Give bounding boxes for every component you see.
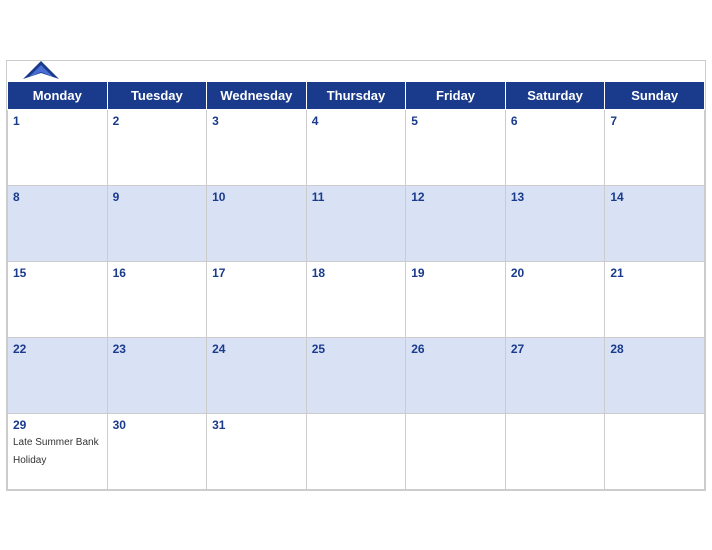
weekday-header-tuesday: Tuesday (107, 81, 207, 109)
calendar-cell: 17 (207, 261, 307, 337)
week-row-3: 15 16 17 18 19 20 21 (8, 261, 705, 337)
calendar-cell (306, 413, 406, 489)
calendar-cell (505, 413, 605, 489)
date-number: 1 (13, 114, 102, 128)
calendar-cell: 28 (605, 337, 705, 413)
generalblue-logo (23, 59, 59, 83)
calendar-table: MondayTuesdayWednesdayThursdayFridaySatu… (7, 81, 705, 490)
calendar-cell: 7 (605, 109, 705, 185)
date-number: 12 (411, 190, 500, 204)
calendar-header (7, 61, 705, 81)
date-number: 23 (113, 342, 202, 356)
date-number: 17 (212, 266, 301, 280)
calendar-cell: 3 (207, 109, 307, 185)
date-number: 3 (212, 114, 301, 128)
calendar-cell: 29 Late Summer Bank Holiday (8, 413, 108, 489)
week-row-4: 22 23 24 25 26 27 28 (8, 337, 705, 413)
calendar-cell: 2 (107, 109, 207, 185)
weekday-header-monday: Monday (8, 81, 108, 109)
date-number: 29 (13, 418, 102, 432)
date-number: 21 (610, 266, 699, 280)
date-number: 14 (610, 190, 699, 204)
calendar-cell: 10 (207, 185, 307, 261)
calendar-cell: 13 (505, 185, 605, 261)
calendar-cell: 15 (8, 261, 108, 337)
weekday-header-row: MondayTuesdayWednesdayThursdayFridaySatu… (8, 81, 705, 109)
date-number: 19 (411, 266, 500, 280)
calendar-cell: 14 (605, 185, 705, 261)
date-number: 26 (411, 342, 500, 356)
date-number: 13 (511, 190, 600, 204)
calendar-cell: 22 (8, 337, 108, 413)
week-row-1: 1234567 (8, 109, 705, 185)
calendar-cell: 9 (107, 185, 207, 261)
calendar-container: MondayTuesdayWednesdayThursdayFridaySatu… (6, 60, 706, 491)
calendar-cell: 12 (406, 185, 506, 261)
calendar-cell: 16 (107, 261, 207, 337)
date-number: 24 (212, 342, 301, 356)
date-number: 16 (113, 266, 202, 280)
weekday-header-sunday: Sunday (605, 81, 705, 109)
calendar-cell: 11 (306, 185, 406, 261)
date-number: 31 (212, 418, 301, 432)
date-number: 28 (610, 342, 699, 356)
date-number: 18 (312, 266, 401, 280)
date-number: 15 (13, 266, 102, 280)
date-number: 6 (511, 114, 600, 128)
calendar-cell: 5 (406, 109, 506, 185)
date-number: 30 (113, 418, 202, 432)
weekday-header-saturday: Saturday (505, 81, 605, 109)
date-number: 8 (13, 190, 102, 204)
calendar-cell: 1 (8, 109, 108, 185)
calendar-cell: 27 (505, 337, 605, 413)
calendar-cell: 26 (406, 337, 506, 413)
calendar-cell: 25 (306, 337, 406, 413)
date-number: 9 (113, 190, 202, 204)
calendar-cell: 20 (505, 261, 605, 337)
date-number: 10 (212, 190, 301, 204)
date-number: 20 (511, 266, 600, 280)
calendar-cell: 24 (207, 337, 307, 413)
calendar-cell: 23 (107, 337, 207, 413)
calendar-cell: 18 (306, 261, 406, 337)
date-number: 25 (312, 342, 401, 356)
date-number: 27 (511, 342, 600, 356)
weekday-header-thursday: Thursday (306, 81, 406, 109)
weekday-header-wednesday: Wednesday (207, 81, 307, 109)
calendar-cell: 30 (107, 413, 207, 489)
holiday-label: Late Summer Bank Holiday (13, 437, 99, 466)
date-number: 7 (610, 114, 699, 128)
calendar-cell: 31 (207, 413, 307, 489)
date-number: 4 (312, 114, 401, 128)
date-number: 5 (411, 114, 500, 128)
calendar-cell: 8 (8, 185, 108, 261)
week-row-5: 29 Late Summer Bank Holiday 30 31 (8, 413, 705, 489)
week-row-2: 89 10 11 12 13 14 (8, 185, 705, 261)
calendar-cell: 4 (306, 109, 406, 185)
calendar-cell (605, 413, 705, 489)
calendar-cell: 21 (605, 261, 705, 337)
calendar-cell: 19 (406, 261, 506, 337)
weekday-header-friday: Friday (406, 81, 506, 109)
calendar-cell: 6 (505, 109, 605, 185)
calendar-cell (406, 413, 506, 489)
date-number: 22 (13, 342, 102, 356)
date-number: 2 (113, 114, 202, 128)
date-number: 11 (312, 190, 401, 204)
